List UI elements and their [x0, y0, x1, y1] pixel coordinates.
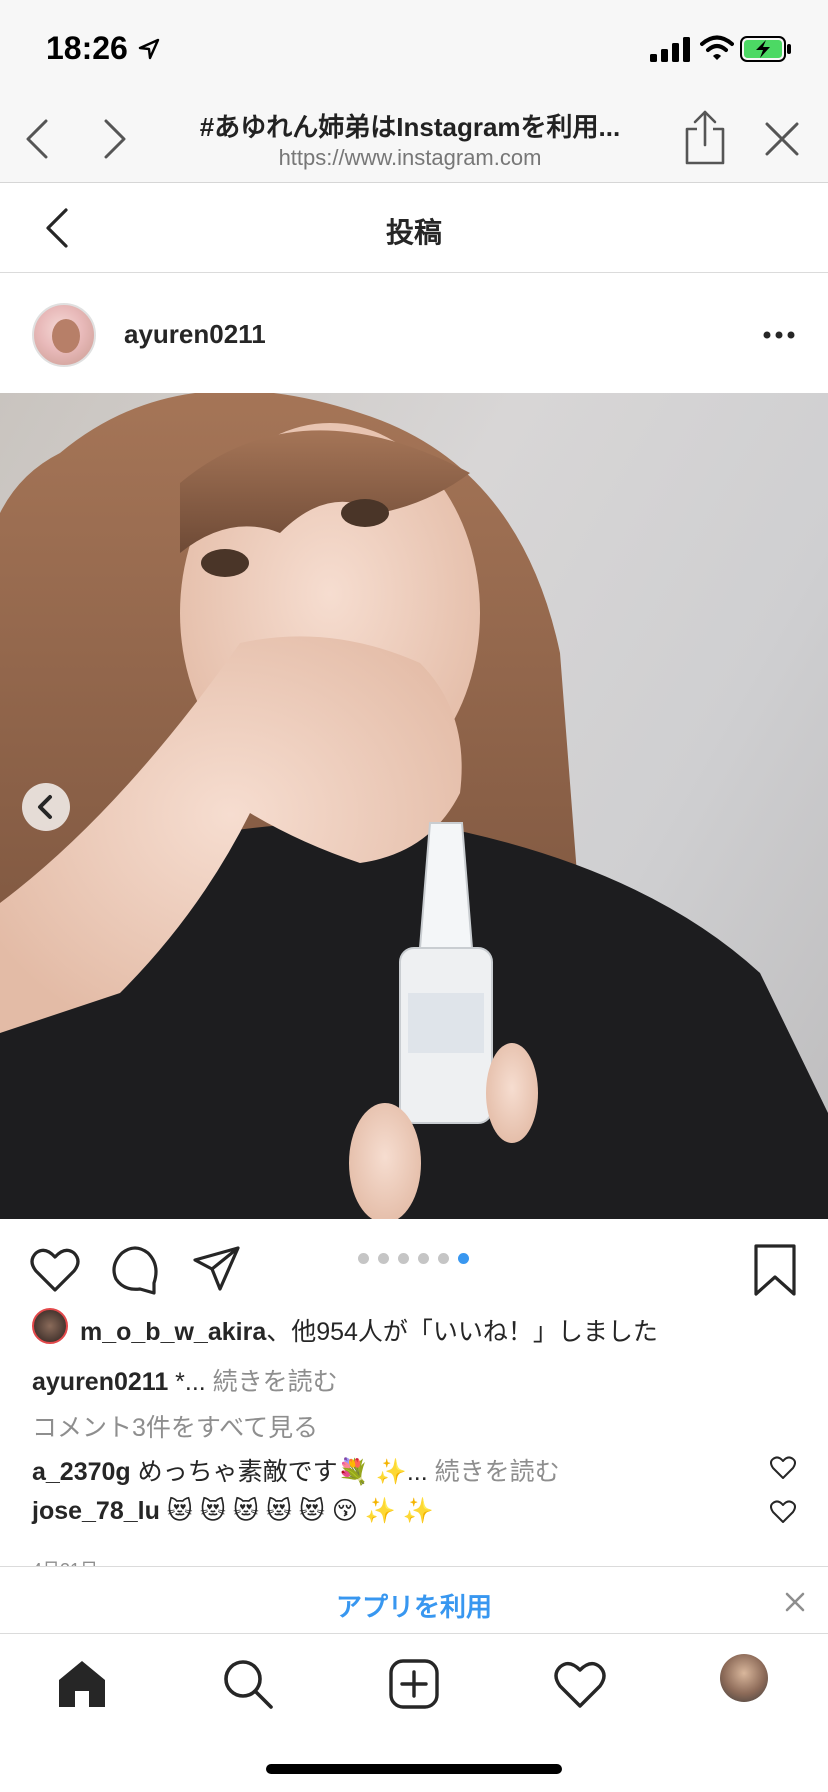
- forward-icon[interactable]: [100, 117, 130, 161]
- liker-username[interactable]: m_o_b_w_akira: [80, 1318, 266, 1346]
- add-post-icon[interactable]: [388, 1658, 440, 1710]
- chevron-left-icon: [38, 795, 52, 819]
- carousel-dot: [438, 1253, 449, 1264]
- post-photo-illustration: [0, 393, 828, 1219]
- caption-read-more-link[interactable]: 続きを読む: [206, 1368, 338, 1396]
- open-in-app-button[interactable]: アプリを利用: [0, 1587, 828, 1624]
- carousel-dot: [378, 1253, 389, 1264]
- post-actions: [0, 1219, 828, 1309]
- view-all-comments-link[interactable]: コメント3件をすべて見る: [32, 1408, 318, 1444]
- comment-icon[interactable]: [110, 1245, 160, 1295]
- carousel-prev-button[interactable]: [22, 783, 70, 831]
- comment-row: a_2370g めっちゃ素敵です💐 ✨... 続きを読む: [32, 1452, 792, 1488]
- browser-toolbar: #あゆれん姉弟はInstagramを利用... https://www.inst…: [0, 95, 828, 183]
- heart-icon[interactable]: [30, 1247, 80, 1293]
- more-options-icon[interactable]: [762, 329, 796, 341]
- bookmark-icon[interactable]: [752, 1243, 798, 1297]
- carousel-dot: [358, 1253, 369, 1264]
- comment-read-more-link[interactable]: 続きを読む: [428, 1458, 560, 1486]
- comment-row: jose_78_lu 😻 😻 😻 😻 😻 😚 ✨ ✨: [32, 1496, 792, 1532]
- caption-username[interactable]: ayuren0211: [32, 1368, 168, 1396]
- close-icon[interactable]: [764, 121, 800, 157]
- page-title: 投稿: [385, 217, 442, 248]
- carousel-dot: [398, 1253, 409, 1264]
- activity-heart-icon[interactable]: [554, 1658, 606, 1710]
- carousel-dot-active: [458, 1253, 469, 1264]
- caption-text: *...: [168, 1368, 206, 1396]
- share-icon[interactable]: [684, 109, 726, 165]
- comment-text: めっちゃ素敵です💐 ✨...: [130, 1458, 428, 1486]
- browser-url[interactable]: https://www.instagram.com: [165, 145, 655, 171]
- status-bar: 18:26: [0, 0, 828, 95]
- open-app-banner: アプリを利用: [0, 1566, 828, 1634]
- author-username[interactable]: ayuren0211: [124, 319, 266, 350]
- liker-avatar[interactable]: [32, 1308, 68, 1344]
- location-arrow-icon: [138, 38, 160, 60]
- close-icon[interactable]: [784, 1591, 806, 1613]
- battery-charging-icon: [740, 36, 791, 62]
- likes-text[interactable]: m_o_b_w_akira、他954人が「いいね！」しました: [80, 1312, 658, 1348]
- direct-share-icon[interactable]: [192, 1245, 242, 1293]
- profile-avatar[interactable]: [720, 1654, 768, 1702]
- signal-icon: [650, 37, 690, 62]
- status-time: 18:26: [46, 30, 128, 66]
- search-icon[interactable]: [222, 1658, 274, 1710]
- likes-count-text: 、他954人が「いいね！」しました: [266, 1318, 658, 1346]
- post-author-row: ayuren0211: [0, 273, 828, 393]
- post-caption: ayuren0211 *... 続きを読む: [32, 1362, 338, 1398]
- likes-summary: m_o_b_w_akira、他954人が「いいね！」しました: [32, 1308, 812, 1348]
- home-indicator: [266, 1764, 562, 1774]
- comment-like-heart-icon[interactable]: [770, 1456, 796, 1480]
- wifi-icon: [700, 35, 734, 60]
- carousel-dot: [418, 1253, 429, 1264]
- comment-username[interactable]: a_2370g: [32, 1458, 131, 1486]
- comment-username[interactable]: jose_78_lu: [32, 1497, 160, 1525]
- post-header: 投稿: [0, 183, 828, 273]
- browser-page-title: #あゆれん姉弟はInstagramを利用...: [199, 112, 621, 142]
- author-avatar[interactable]: [32, 303, 96, 367]
- post-photo[interactable]: [0, 393, 828, 1219]
- comment-like-heart-icon[interactable]: [770, 1500, 796, 1524]
- home-icon[interactable]: [56, 1658, 108, 1710]
- carousel-indicator: [358, 1251, 478, 1267]
- comment-text: 😻 😻 😻 😻 😻 😚 ✨ ✨: [159, 1497, 435, 1525]
- back-icon[interactable]: [22, 117, 52, 161]
